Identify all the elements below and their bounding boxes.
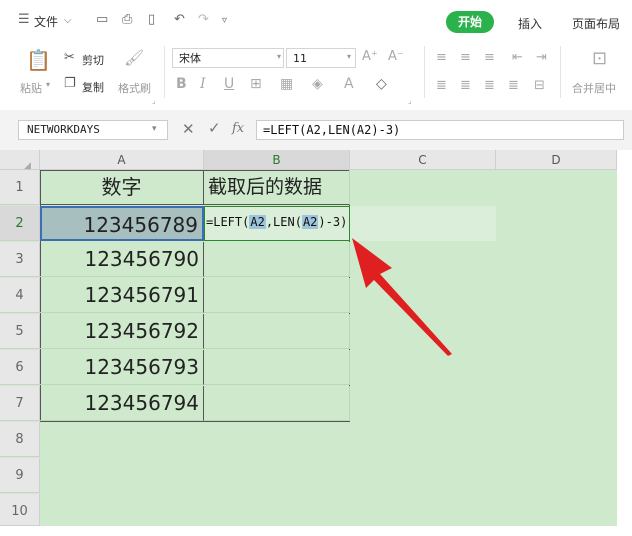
underline-button[interactable]: U (224, 76, 234, 92)
redo-icon[interactable]: ↷ (198, 12, 209, 27)
name-box-dropdown-icon[interactable]: ▾ (152, 124, 157, 134)
cell-b5[interactable] (204, 314, 350, 349)
row-header-9[interactable]: 9 (0, 458, 40, 493)
increase-font-icon[interactable]: A⁺ (362, 49, 378, 64)
bold-button[interactable]: B (176, 76, 187, 92)
copy-icon[interactable]: ❐ (64, 76, 76, 91)
scissors-icon[interactable]: ✂ (64, 50, 75, 65)
clipboard-launcher-icon[interactable]: ⌟ (152, 96, 156, 105)
confirm-icon[interactable]: ✓ (208, 119, 221, 137)
merge-center-button[interactable]: 合并居中 (572, 80, 616, 96)
cell-b7[interactable] (204, 386, 350, 421)
font-name-select[interactable]: 宋体 (172, 48, 284, 68)
row-header-2[interactable]: 2 (0, 206, 40, 241)
row-header-8[interactable]: 8 (0, 422, 40, 457)
print-icon[interactable]: ⎙ (122, 12, 132, 27)
cancel-icon[interactable]: ✕ (182, 120, 195, 138)
divider (560, 46, 561, 98)
cut-button[interactable]: 剪切 (82, 52, 104, 68)
indent-increase-icon[interactable]: ⇥ (536, 50, 547, 65)
paste-icon[interactable]: 📋 (26, 48, 51, 72)
font-size-select[interactable]: 11 (286, 48, 356, 68)
font-color-icon[interactable]: A (344, 76, 354, 92)
cell-a4[interactable]: 123456791 (40, 278, 204, 313)
insert-function-button[interactable]: fx (232, 121, 244, 136)
cell-b3[interactable] (204, 242, 350, 277)
header-cell-extracted[interactable]: 截取后的数据 (204, 170, 350, 205)
cell-a7[interactable]: 123456794 (40, 386, 204, 421)
cell-a2-active[interactable]: 123456789 (40, 206, 204, 241)
paste-dropdown-icon[interactable]: ▾ (46, 80, 50, 89)
column-header-b[interactable]: B (204, 150, 350, 170)
cell-a5[interactable]: 123456792 (40, 314, 204, 349)
decrease-font-icon[interactable]: A⁻ (388, 49, 404, 64)
tab-home[interactable]: 开始 (446, 11, 494, 33)
row-header-5[interactable]: 5 (0, 314, 40, 349)
cell-a6[interactable]: 123456793 (40, 350, 204, 385)
formula-input[interactable]: =LEFT(A2,LEN(A2)-3) (256, 120, 624, 140)
cell-b6[interactable] (204, 350, 350, 385)
column-header-a[interactable]: A (40, 150, 204, 170)
align-right-icon[interactable]: ≣ (484, 78, 495, 93)
row-header-6[interactable]: 6 (0, 350, 40, 385)
align-bottom-icon[interactable]: ≡ (484, 50, 495, 65)
annotation-arrow (352, 238, 452, 356)
fill-color-icon[interactable]: ◈ (312, 76, 323, 92)
font-launcher-icon[interactable]: ⌟ (408, 96, 412, 105)
paste-button[interactable]: 粘贴 (20, 80, 42, 96)
fill-pattern-icon[interactable]: ▦ (280, 76, 293, 92)
row-header-4[interactable]: 4 (0, 278, 40, 313)
column-header-d[interactable]: D (496, 150, 617, 170)
tab-insert[interactable]: 插入 (518, 15, 542, 32)
hamburger-menu-icon[interactable]: ☰ (18, 12, 30, 27)
align-center-icon[interactable]: ≣ (460, 78, 471, 93)
chevron-down-icon[interactable]: ⌵ (64, 15, 72, 26)
border-icon[interactable]: ⊞ (250, 76, 262, 92)
divider (164, 46, 165, 98)
undo-icon[interactable]: ↶ (174, 12, 185, 27)
select-all-corner[interactable]: ◢ (0, 150, 40, 171)
align-top-icon[interactable]: ≡ (436, 50, 447, 65)
row-header-3[interactable]: 3 (0, 242, 40, 277)
format-painter-icon[interactable]: 🖌 (124, 48, 144, 67)
italic-button[interactable]: I (200, 76, 206, 92)
cell-b4[interactable] (204, 278, 350, 313)
divider (424, 46, 425, 98)
quick-access-dropdown-icon[interactable]: ▿ (222, 15, 227, 26)
font-name-dropdown-icon[interactable]: ▾ (277, 52, 281, 61)
cell-b2-border (204, 206, 350, 241)
tab-page-layout[interactable]: 页面布局 (572, 15, 620, 32)
save-icon[interactable]: ▭ (96, 12, 108, 27)
justify-icon[interactable]: ≣ (508, 78, 519, 93)
menu-file[interactable]: 文件 (34, 13, 58, 30)
row-header-1[interactable]: 1 (0, 170, 40, 205)
distributed-icon[interactable]: ⊟ (534, 78, 545, 93)
format-painter-button[interactable]: 格式刷 (118, 80, 151, 96)
print-preview-icon[interactable]: ▯ (148, 12, 155, 27)
column-header-c[interactable]: C (350, 150, 496, 170)
eraser-icon[interactable]: ◇ (376, 76, 387, 92)
name-box[interactable]: NETWORKDAYS (18, 120, 168, 140)
copy-button[interactable]: 复制 (82, 79, 104, 95)
merge-center-icon[interactable]: ⊡ (592, 48, 607, 69)
row-header-10[interactable]: 10 (0, 494, 40, 526)
row-header-7[interactable]: 7 (0, 386, 40, 421)
header-cell-number[interactable]: 数字 (40, 170, 204, 205)
align-middle-icon[interactable]: ≡ (460, 50, 471, 65)
cell-a3[interactable]: 123456790 (40, 242, 204, 277)
align-left-icon[interactable]: ≣ (436, 78, 447, 93)
indent-decrease-icon[interactable]: ⇤ (512, 50, 523, 65)
font-size-dropdown-icon[interactable]: ▾ (347, 52, 351, 61)
